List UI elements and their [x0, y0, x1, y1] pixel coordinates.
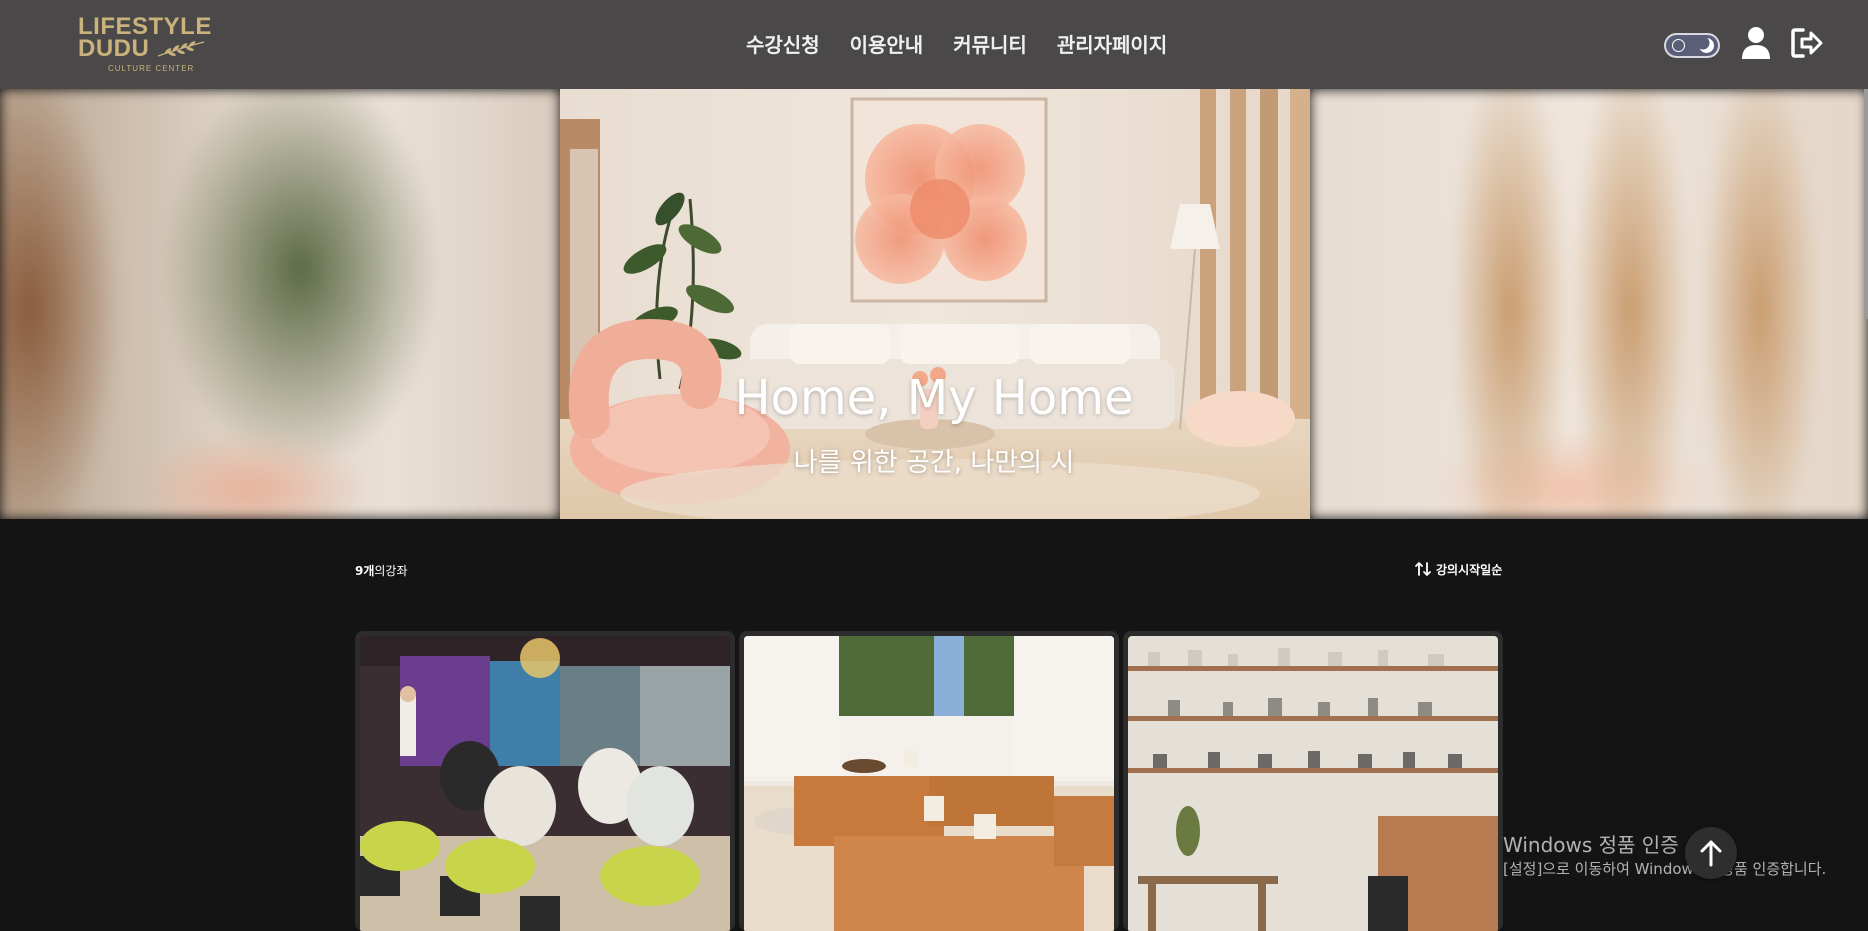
course-card-image [744, 636, 1114, 931]
course-card[interactable] [739, 631, 1119, 931]
course-count-number: 9개 [355, 564, 375, 578]
nav-item-community[interactable]: 커뮤니티 [953, 32, 1027, 58]
course-card[interactable] [355, 631, 735, 931]
course-count: 9개의강좌 [355, 562, 408, 579]
watermark-text: [설정]으로 이동하여 Windows를 정품 인증합니다. [1503, 860, 1827, 878]
hero-title: Home, My Home [734, 370, 1134, 426]
sort-arrows-icon [1415, 562, 1431, 576]
main-nav: 수강신청 이용안내 커뮤니티 관리자페이지 [746, 32, 1197, 58]
hero-subtitle: 나를 위한 공간, 나만의 시 [793, 448, 1075, 478]
ceramics-shelf-photo [1128, 636, 1498, 931]
arrow-up-icon [1700, 840, 1722, 867]
moon-icon [1698, 37, 1714, 53]
sort-button[interactable]: 강의시작일순 [1414, 560, 1502, 578]
nav-item-admin[interactable]: 관리자페이지 [1057, 32, 1167, 58]
watermark-title: Windows 정품 인증 [1503, 833, 1679, 857]
course-card-image [1128, 636, 1498, 931]
logout-icon[interactable] [1790, 27, 1824, 59]
site-header: LIFESTYLE DUDU CULTURE CENTER 수강신청 이용안내 … [0, 0, 1868, 89]
tea-room-photo [744, 636, 1114, 931]
logo-line2: DUDU [78, 35, 218, 62]
logo[interactable]: LIFESTYLE DUDU CULTURE CENTER [78, 15, 218, 76]
user-icon[interactable] [1741, 26, 1771, 60]
course-card[interactable] [1123, 631, 1503, 931]
hero-banner: Home, My Home 나를 위한 공간, 나만의 시 [0, 89, 1868, 519]
course-card-image [360, 636, 730, 931]
windows-activation-watermark: Windows 정품 인증 [설정]으로 이동하여 Windows를 정품 인증… [1503, 832, 1826, 880]
wine-class-photo [360, 636, 730, 931]
leaf-icon [157, 41, 205, 57]
logo-subtitle: CULTURE CENTER [108, 64, 195, 73]
logo-line2-text: DUDU [78, 35, 150, 62]
scroll-to-top-button[interactable] [1685, 827, 1737, 879]
scrollbar[interactable] [1864, 89, 1868, 319]
sun-icon [1672, 39, 1685, 52]
nav-item-enroll[interactable]: 수강신청 [746, 32, 820, 58]
theme-toggle[interactable] [1664, 33, 1720, 58]
course-count-suffix: 의강좌 [374, 564, 408, 578]
sort-label: 강의시작일순 [1436, 562, 1503, 577]
nav-item-guide[interactable]: 이용안내 [850, 32, 924, 58]
